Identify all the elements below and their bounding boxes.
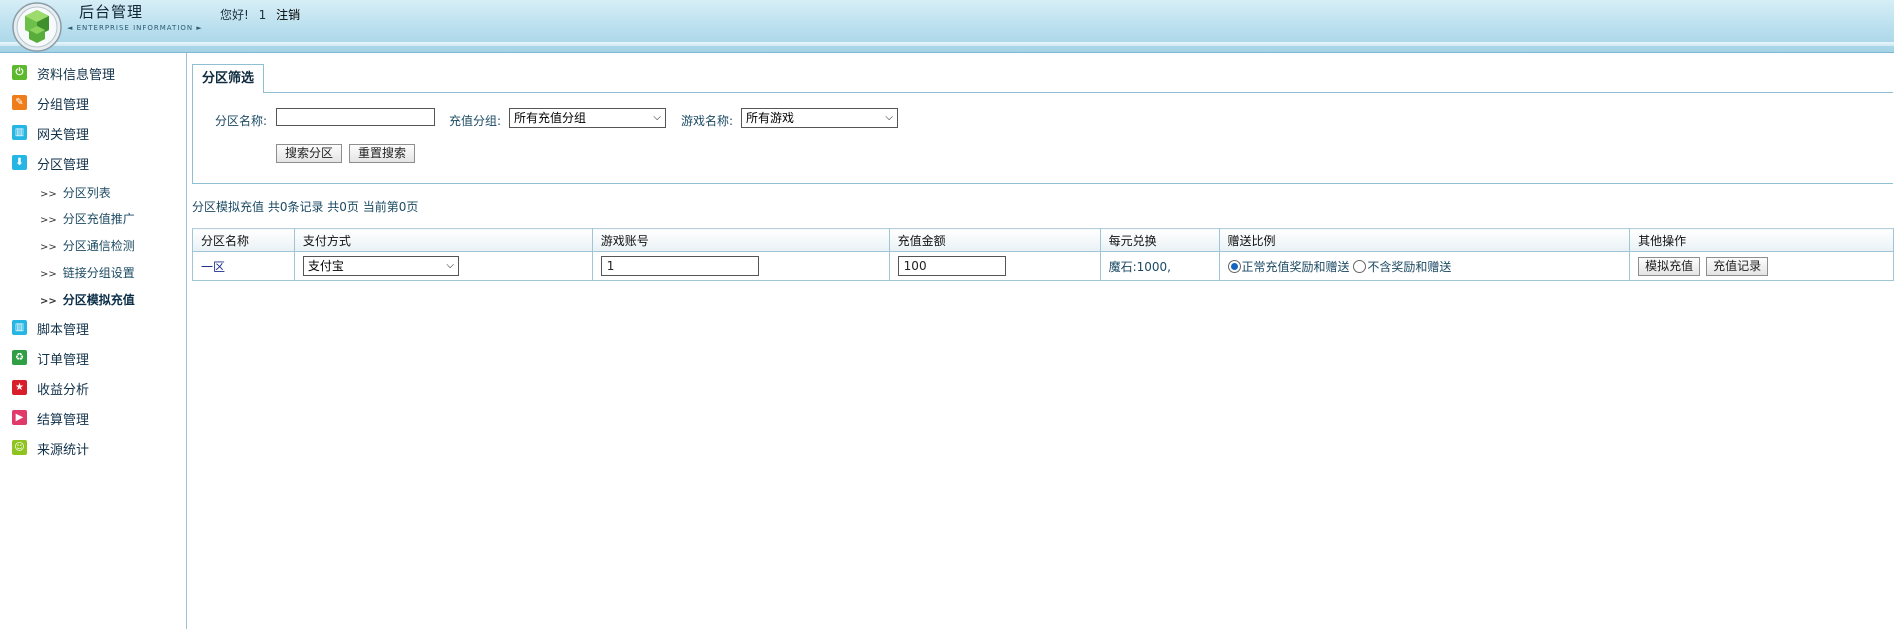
zone-name-link[interactable]: 一区 [201, 260, 225, 274]
chevron-double-right-icon: >> [40, 296, 57, 307]
select-value: 所有充值分组 [514, 111, 587, 125]
game-name-label: 游戏名称: [681, 114, 734, 128]
sidebar-item-label: 来源统计 [37, 443, 90, 458]
sidebar-subitem-zone-list[interactable]: >> 分区列表 [40, 184, 111, 201]
chevron-double-right-icon: >> [40, 215, 57, 226]
column-header: 支付方式 [293, 228, 593, 252]
zone-name-label: 分区名称: [215, 114, 268, 128]
app-subtitle: ◄ ENTERPRISE INFORMATION ► [67, 24, 203, 32]
chevron-down-icon: ⌵ [885, 112, 893, 123]
sidebar-subitem-link-group[interactable]: >> 链接分组设置 [40, 264, 135, 281]
subitem-label: 分区通信检测 [62, 239, 135, 253]
arrow-down-icon: ⬇ [12, 155, 27, 170]
subitem-label: 分区模拟充值 [62, 293, 135, 307]
recharge-amount-input[interactable]: 100 [897, 256, 1006, 276]
search-zone-button[interactable]: 搜索分区 [276, 144, 342, 163]
subitem-label: 分区列表 [62, 186, 111, 200]
table-row: 一区 支付宝 ⌵ 1 100 魔石:1000, 正常充值奖励和赠送 不含奖励和赠… [192, 251, 1894, 281]
sidebar-item-label: 脚本管理 [37, 323, 90, 338]
recharge-group-select[interactable]: 所有充值分组 ⌵ [509, 108, 666, 128]
tab-zone-filter[interactable]: 分区筛选 [192, 64, 264, 93]
sidebar-item-label: 分组管理 [37, 98, 90, 113]
grid-icon: ▥ [12, 320, 27, 335]
sidebar-item-label: 收益分析 [37, 383, 90, 398]
subitem-label: 链接分组设置 [62, 266, 135, 280]
power-icon: ⏻ [12, 65, 27, 80]
username: 1 [258, 8, 267, 22]
filter-panel: 分区名称: 充值分组: 所有充值分组 ⌵ 游戏名称: 所有游戏 ⌵ 搜索分区 重… [192, 92, 1893, 184]
greeting-text: 您好! [220, 8, 249, 22]
bonus-normal-radio[interactable] [1227, 259, 1241, 273]
simulate-recharge-button[interactable]: 模拟充值 [1638, 256, 1701, 276]
exchange-rate: 魔石:1000, [1108, 259, 1171, 274]
play-icon: ▶ [12, 410, 27, 425]
sidebar-subitem-simulate-recharge[interactable]: >> 分区模拟充值 [40, 291, 135, 308]
bonus-none-radio[interactable] [1353, 259, 1367, 273]
pagination-summary: 分区模拟充值 共0条记录 共0页 当前第0页 [192, 200, 419, 214]
sidebar-item-label: 分区管理 [37, 158, 90, 173]
payment-method-select[interactable]: 支付宝 ⌵ [302, 256, 459, 276]
smiley-icon: ☺ [12, 440, 27, 455]
column-header: 每元兑换 [1099, 228, 1220, 252]
chevron-down-icon: ⌵ [653, 112, 661, 123]
pencil-icon: ✎ [12, 95, 27, 110]
reset-search-button[interactable]: 重置搜索 [349, 144, 415, 163]
chevron-down-icon: ⌵ [446, 260, 454, 271]
column-header: 充值金额 [888, 228, 1101, 252]
chevron-double-right-icon: >> [40, 189, 57, 200]
column-header: 游戏账号 [591, 228, 890, 252]
recharge-group-label: 充值分组: [449, 114, 502, 128]
bonus-none-label: 不含奖励和赠送 [1367, 259, 1452, 274]
table-header-row: 分区名称 支付方式 游戏账号 充值金额 每元兑换 赠送比例 其他操作 [192, 228, 1894, 252]
select-value: 所有游戏 [746, 111, 795, 125]
game-account-input[interactable]: 1 [600, 256, 759, 276]
sidebar-item-label: 结算管理 [37, 413, 90, 428]
sidebar-item-label: 网关管理 [37, 128, 90, 143]
cube-logo-icon [12, 2, 62, 52]
sidebar-item-label: 资料信息管理 [37, 68, 116, 83]
sidebar: ⏻ 资料信息管理 ✎ 分组管理 ▥ 网关管理 ⬇ 分区管理 >> 分区列表 >> 分… [0, 53, 187, 629]
grid-icon: ▥ [12, 125, 27, 140]
game-name-select[interactable]: 所有游戏 ⌵ [741, 108, 898, 128]
recharge-record-button[interactable]: 充值记录 [1706, 256, 1769, 276]
zone-name-input[interactable] [276, 108, 435, 126]
chevron-double-right-icon: >> [40, 242, 57, 253]
subitem-label: 分区充值推广 [62, 212, 135, 226]
column-header: 赠送比例 [1218, 228, 1631, 252]
top-header: 后台管理 ◄ ENTERPRISE INFORMATION ► 您好! 1 注销 [0, 0, 1894, 53]
column-header: 其他操作 [1629, 228, 1894, 252]
sidebar-item-label: 订单管理 [37, 353, 90, 368]
recharge-table: 分区名称 支付方式 游戏账号 充值金额 每元兑换 赠送比例 其他操作 一区 支付… [192, 228, 1894, 281]
select-value: 支付宝 [307, 259, 344, 273]
star-icon: ★ [12, 380, 27, 395]
column-header: 分区名称 [192, 228, 295, 252]
chevron-double-right-icon: >> [40, 269, 57, 280]
user-greeting: 您好! 1 注销 [220, 6, 300, 23]
app-title: 后台管理 [79, 3, 144, 21]
recycle-icon: ♻ [12, 350, 27, 365]
bonus-normal-label: 正常充值奖励和赠送 [1241, 259, 1350, 274]
logout-link[interactable]: 注销 [276, 8, 300, 22]
sidebar-subitem-zone-check[interactable]: >> 分区通信检测 [40, 237, 135, 254]
sidebar-subitem-zone-promo[interactable]: >> 分区充值推广 [40, 210, 135, 227]
